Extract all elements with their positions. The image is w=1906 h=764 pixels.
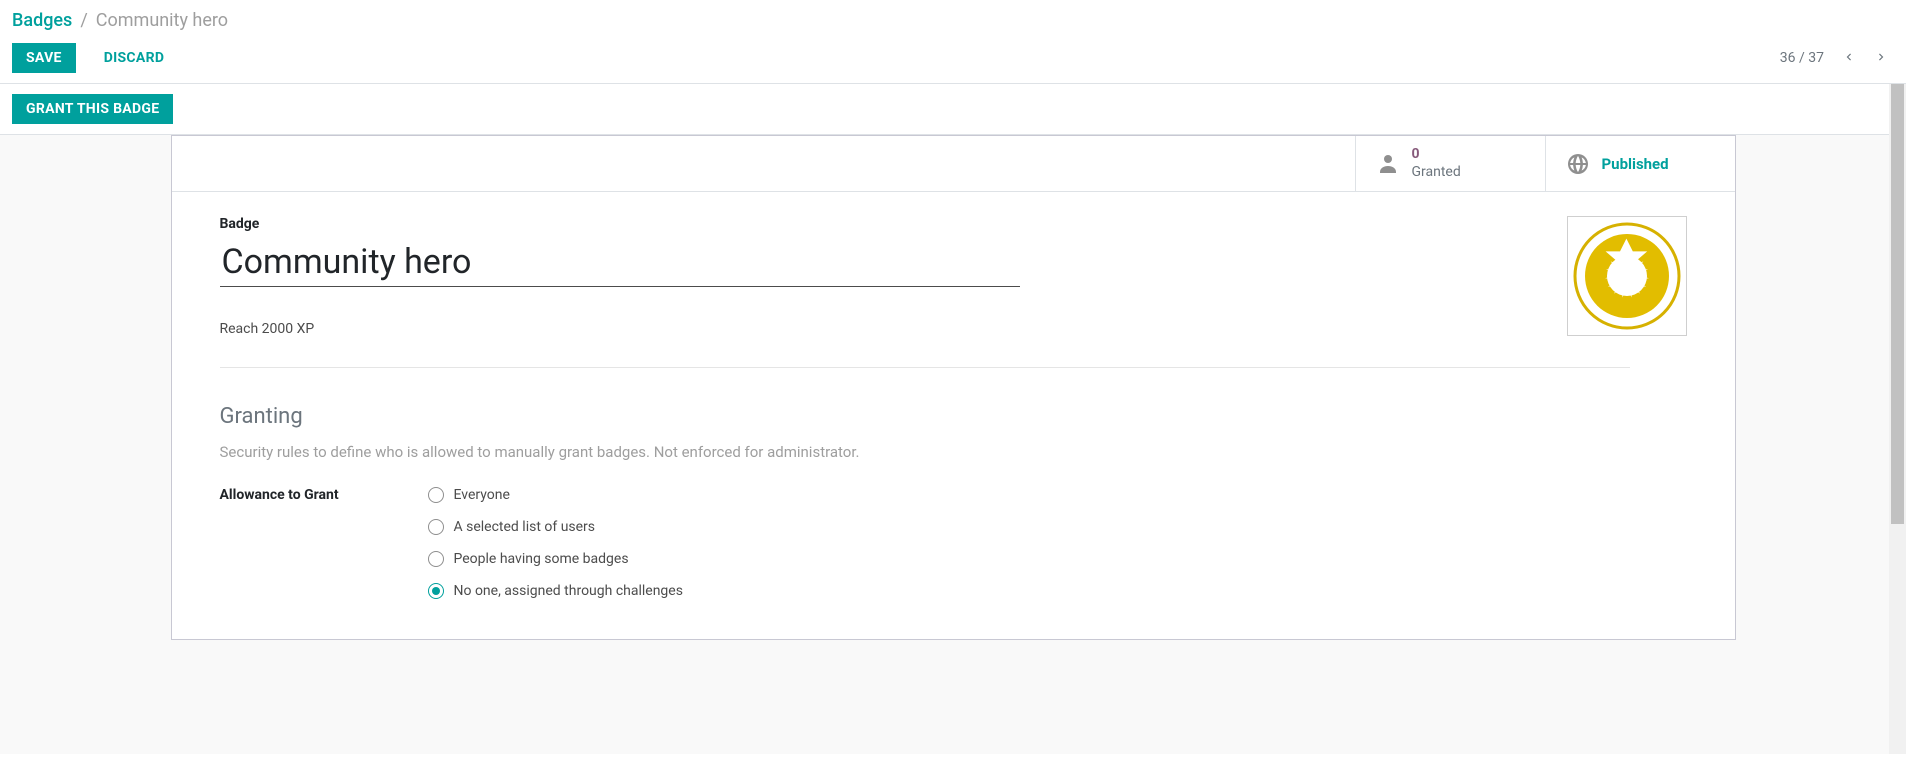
status-bar: 0 Granted Published xyxy=(172,136,1735,192)
allowance-label: Allowance to Grant xyxy=(220,487,428,599)
radio-label: People having some badges xyxy=(454,551,629,567)
globe-icon xyxy=(1566,152,1590,176)
granting-help-text: Security rules to define who is allowed … xyxy=(220,443,1687,461)
breadcrumb-separator: / xyxy=(80,10,87,31)
radio-icon xyxy=(428,551,444,567)
chevron-right-icon xyxy=(1874,50,1888,64)
breadcrumb: Badges / Community hero xyxy=(0,0,1906,37)
breadcrumb-root-link[interactable]: Badges xyxy=(12,10,72,31)
pager-next-button[interactable] xyxy=(1868,46,1894,71)
badge-image[interactable] xyxy=(1567,216,1687,336)
scrollbar[interactable] xyxy=(1889,84,1906,754)
pager-prev-button[interactable] xyxy=(1836,46,1862,71)
radio-label: A selected list of users xyxy=(454,519,596,535)
badge-description[interactable]: Reach 2000 XP xyxy=(220,321,315,337)
badge-title-input[interactable] xyxy=(220,238,1020,287)
action-bar: SAVE DISCARD 36 / 37 xyxy=(0,37,1906,84)
radio-selected-users[interactable]: A selected list of users xyxy=(428,519,683,535)
chevron-left-icon xyxy=(1842,50,1856,64)
user-icon xyxy=(1376,152,1400,176)
radio-icon xyxy=(428,583,444,599)
radio-no-one[interactable]: No one, assigned through challenges xyxy=(428,583,683,599)
badge-medal-icon xyxy=(1572,221,1682,331)
radio-having-badges[interactable]: People having some badges xyxy=(428,551,683,567)
discard-button[interactable]: DISCARD xyxy=(90,43,179,73)
save-button[interactable]: SAVE xyxy=(12,43,76,73)
form-sheet: 0 Granted Published xyxy=(171,135,1736,640)
granted-count: 0 xyxy=(1412,146,1461,164)
grant-bar: GRANT THIS BADGE xyxy=(0,84,1906,135)
breadcrumb-current: Community hero xyxy=(96,10,228,31)
radio-icon xyxy=(428,519,444,535)
granted-stat-button[interactable]: 0 Granted xyxy=(1355,136,1545,191)
published-status-button[interactable]: Published xyxy=(1545,136,1735,191)
granted-label: Granted xyxy=(1412,164,1461,182)
allowance-radio-group: Everyone A selected list of users People… xyxy=(428,487,683,599)
scrollbar-thumb[interactable] xyxy=(1891,84,1904,524)
radio-label: Everyone xyxy=(454,487,510,503)
radio-icon xyxy=(428,487,444,503)
published-label: Published xyxy=(1602,155,1669,173)
granting-section-title: Granting xyxy=(220,404,1687,429)
grant-badge-button[interactable]: GRANT THIS BADGE xyxy=(12,94,173,124)
pager: 36 / 37 xyxy=(1780,46,1894,71)
radio-label: No one, assigned through challenges xyxy=(454,583,683,599)
badge-field-label: Badge xyxy=(220,216,1687,232)
radio-everyone[interactable]: Everyone xyxy=(428,487,683,503)
content-scroll-area: GRANT THIS BADGE 0 Granted Published xyxy=(0,84,1906,754)
pager-counter[interactable]: 36 / 37 xyxy=(1780,50,1824,66)
